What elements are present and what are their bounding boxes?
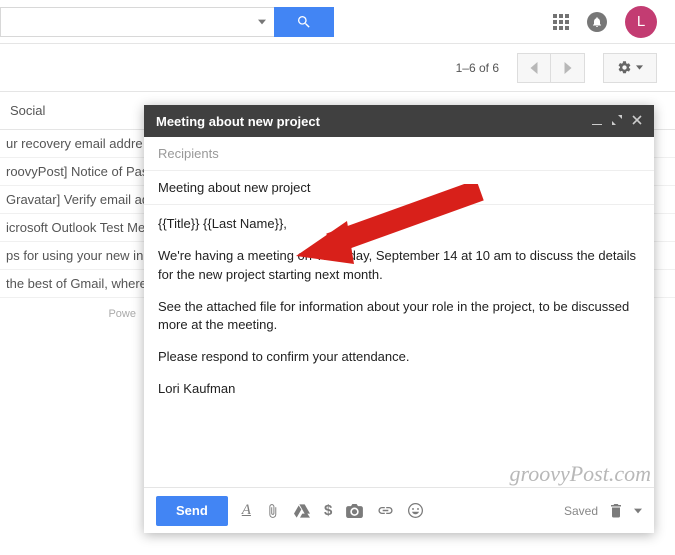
format-icon[interactable]: A: [242, 502, 251, 519]
body-paragraph: We're having a meeting on Thursday, Sept…: [158, 247, 640, 285]
top-bar: L: [0, 0, 675, 44]
pagination-controls: [517, 53, 585, 83]
compose-title: Meeting about new project: [156, 114, 320, 129]
more-options-icon[interactable]: [634, 507, 642, 515]
minimize-icon[interactable]: [592, 114, 602, 128]
link-icon[interactable]: [377, 506, 394, 515]
list-toolbar: 1–6 of 6: [0, 44, 675, 92]
search-box[interactable]: [0, 7, 275, 37]
attach-icon[interactable]: [265, 503, 280, 519]
apps-grid-icon[interactable]: [553, 14, 569, 30]
drive-icon[interactable]: [294, 504, 310, 518]
account-avatar[interactable]: L: [625, 6, 657, 38]
top-right-controls: L: [553, 6, 675, 38]
compose-body[interactable]: {{Title}} {{Last Name}}, We're having a …: [144, 205, 654, 487]
prev-page-button[interactable]: [517, 53, 551, 83]
subject-field[interactable]: Meeting about new project: [144, 171, 654, 205]
notifications-icon[interactable]: [587, 12, 607, 32]
compose-header[interactable]: Meeting about new project: [144, 105, 654, 137]
tab-social[interactable]: Social: [0, 92, 55, 129]
footer-text: Powe: [0, 298, 142, 330]
search-input[interactable]: [1, 8, 250, 36]
send-button[interactable]: Send: [156, 496, 228, 526]
recipients-field[interactable]: Recipients: [144, 137, 654, 171]
body-signature: Lori Kaufman: [158, 380, 640, 399]
expand-icon[interactable]: [612, 114, 622, 128]
body-paragraph: See the attached file for information ab…: [158, 298, 640, 336]
settings-button[interactable]: [603, 53, 657, 83]
pagination-count: 1–6 of 6: [456, 61, 499, 75]
saved-status: Saved: [564, 504, 598, 518]
search-dropdown-toggle[interactable]: [250, 8, 274, 36]
discard-icon[interactable]: [610, 504, 622, 518]
search-button[interactable]: [274, 7, 334, 37]
emoji-icon[interactable]: [408, 503, 423, 518]
close-icon[interactable]: [632, 114, 642, 128]
compose-toolbar: Send A $ Saved: [144, 487, 654, 533]
money-icon[interactable]: $: [324, 502, 332, 519]
body-greeting: {{Title}} {{Last Name}},: [158, 215, 640, 234]
body-paragraph: Please respond to confirm your attendanc…: [158, 348, 640, 367]
compose-window: Meeting about new project Recipients Mee…: [144, 105, 654, 533]
photo-icon[interactable]: [346, 504, 363, 518]
next-page-button[interactable]: [551, 53, 585, 83]
